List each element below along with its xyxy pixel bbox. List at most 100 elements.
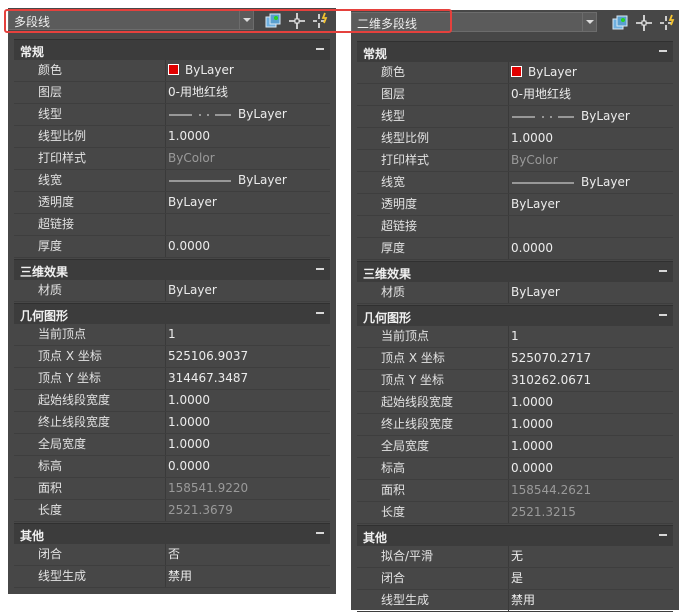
property-row[interactable]: 面积 158541.9220 <box>14 478 330 500</box>
property-value[interactable]: ByLayer <box>166 60 332 81</box>
property-row[interactable]: 材质 ByLayer <box>14 280 330 302</box>
property-value[interactable]: 禁用 <box>509 590 675 611</box>
property-value[interactable]: 1.0000 <box>166 434 332 455</box>
property-value[interactable]: ByLayer <box>166 170 332 191</box>
property-value[interactable]: 0-用地红线 <box>509 84 675 105</box>
property-row[interactable]: 当前顶点 1 <box>14 324 330 346</box>
property-value[interactable]: 0.0000 <box>509 238 675 259</box>
property-value[interactable]: 0.0000 <box>166 236 332 257</box>
select-objects-icon[interactable] <box>288 12 306 30</box>
quick-select-icon[interactable] <box>611 14 629 32</box>
section-header[interactable]: 三维效果 <box>357 261 673 282</box>
property-row[interactable]: 线宽 ByLayer <box>357 172 673 194</box>
property-row[interactable]: 透明度 ByLayer <box>14 192 330 214</box>
collapse-icon[interactable] <box>316 268 324 270</box>
property-value[interactable]: 1 <box>166 324 332 345</box>
property-row[interactable]: 线型生成 禁用 <box>14 566 330 588</box>
property-row[interactable]: 顶点 X 坐标 525106.9037 <box>14 346 330 368</box>
property-value[interactable]: 0-用地红线 <box>166 82 332 103</box>
section-header[interactable]: 几何图形 <box>357 305 673 326</box>
object-type-dropdown[interactable]: 多段线 <box>8 10 254 30</box>
property-value[interactable]: 禁用 <box>166 566 332 587</box>
collapse-icon[interactable] <box>659 534 667 536</box>
toggle-pickadd-icon[interactable] <box>659 14 677 32</box>
section-header[interactable]: 其他 <box>14 523 330 544</box>
property-row[interactable]: 终止线段宽度 1.0000 <box>14 412 330 434</box>
property-row[interactable]: 线型比例 1.0000 <box>357 128 673 150</box>
property-value[interactable]: 314467.3487 <box>166 368 332 389</box>
chevron-down-icon[interactable] <box>582 13 596 31</box>
section-header[interactable]: 常规 <box>357 41 673 62</box>
property-value[interactable] <box>509 216 675 237</box>
property-row[interactable]: 线型生成 禁用 <box>357 590 673 612</box>
property-value[interactable]: ByLayer <box>509 282 675 303</box>
property-row[interactable]: 拟合/平滑无 <box>357 546 673 568</box>
collapse-icon[interactable] <box>316 532 324 534</box>
property-row[interactable]: 顶点 Y 坐标 314467.3487 <box>14 368 330 390</box>
property-row[interactable]: 打印样式 ByColor <box>14 148 330 170</box>
property-value[interactable]: ByLayer <box>166 192 332 213</box>
property-row[interactable]: 透明度 ByLayer <box>357 194 673 216</box>
property-value[interactable]: ByLayer <box>166 104 332 125</box>
property-value[interactable]: ByLayer <box>509 172 675 193</box>
property-row[interactable]: 闭合是 <box>357 568 673 590</box>
collapse-icon[interactable] <box>659 270 667 272</box>
property-row[interactable]: 线型 ByLayer <box>357 106 673 128</box>
property-row[interactable]: 图层 0-用地红线 <box>357 84 673 106</box>
property-row[interactable]: 面积 158544.2621 <box>357 480 673 502</box>
property-row[interactable]: 超链接 <box>14 214 330 236</box>
property-value[interactable]: 1.0000 <box>166 390 332 411</box>
property-row[interactable]: 超链接 <box>357 216 673 238</box>
section-header[interactable]: 几何图形 <box>14 303 330 324</box>
chevron-down-icon[interactable] <box>239 11 253 29</box>
property-row[interactable]: 顶点 Y 坐标 310262.0671 <box>357 370 673 392</box>
collapse-icon[interactable] <box>316 312 324 314</box>
property-row[interactable]: 起始线段宽度 1.0000 <box>357 392 673 414</box>
property-value[interactable]: 1 <box>509 326 675 347</box>
property-value[interactable]: ByLayer <box>509 194 675 215</box>
toggle-pickadd-icon[interactable] <box>312 12 330 30</box>
property-value[interactable]: ByLayer <box>509 106 675 127</box>
section-header[interactable]: 常规 <box>14 39 330 60</box>
property-row[interactable]: 全局宽度 1.0000 <box>14 434 330 456</box>
property-row[interactable]: 起始线段宽度 1.0000 <box>14 390 330 412</box>
property-value[interactable]: 0.0000 <box>166 456 332 477</box>
object-type-dropdown[interactable]: 二维多段线 <box>351 12 597 32</box>
property-row[interactable]: 标高 0.0000 <box>14 456 330 478</box>
property-row[interactable]: 顶点 X 坐标 525070.2717 <box>357 348 673 370</box>
property-value[interactable]: 1.0000 <box>509 392 675 413</box>
collapse-icon[interactable] <box>659 50 667 52</box>
property-row[interactable]: 标高 0.0000 <box>357 458 673 480</box>
property-row[interactable]: 长度 2521.3679 <box>14 500 330 522</box>
property-row[interactable]: 终止线段宽度 1.0000 <box>357 414 673 436</box>
property-row[interactable]: 颜色 ByLayer <box>357 62 673 84</box>
property-value[interactable]: 1.0000 <box>166 412 332 433</box>
property-row[interactable]: 厚度 0.0000 <box>14 236 330 258</box>
collapse-icon[interactable] <box>659 314 667 316</box>
collapse-icon[interactable] <box>316 48 324 50</box>
property-row[interactable]: 打印样式 ByColor <box>357 150 673 172</box>
quick-select-icon[interactable] <box>264 12 282 30</box>
property-row[interactable]: 线型 ByLayer <box>14 104 330 126</box>
property-row[interactable]: 线型比例 1.0000 <box>14 126 330 148</box>
property-value[interactable]: 525070.2717 <box>509 348 675 369</box>
property-value[interactable]: 1.0000 <box>509 414 675 435</box>
section-header[interactable]: 其他 <box>357 525 673 546</box>
property-value[interactable]: ByLayer <box>166 280 332 301</box>
property-row[interactable]: 当前顶点 1 <box>357 326 673 348</box>
property-value[interactable]: 1.0000 <box>509 436 675 457</box>
property-row[interactable]: 闭合否 <box>14 544 330 566</box>
property-row[interactable]: 图层 0-用地红线 <box>14 82 330 104</box>
property-value[interactable]: 525106.9037 <box>166 346 332 367</box>
property-row[interactable]: 全局宽度 1.0000 <box>357 436 673 458</box>
property-value[interactable]: 1.0000 <box>166 126 332 147</box>
select-objects-icon[interactable] <box>635 14 653 32</box>
property-row[interactable]: 厚度 0.0000 <box>357 238 673 260</box>
section-header[interactable]: 三维效果 <box>14 259 330 280</box>
property-row[interactable]: 颜色 ByLayer <box>14 60 330 82</box>
property-value[interactable] <box>166 214 332 235</box>
property-row[interactable]: 长度 2521.3215 <box>357 502 673 524</box>
property-value[interactable]: 否 <box>166 544 332 565</box>
property-value[interactable]: 1.0000 <box>509 128 675 149</box>
property-row[interactable]: 线宽 ByLayer <box>14 170 330 192</box>
